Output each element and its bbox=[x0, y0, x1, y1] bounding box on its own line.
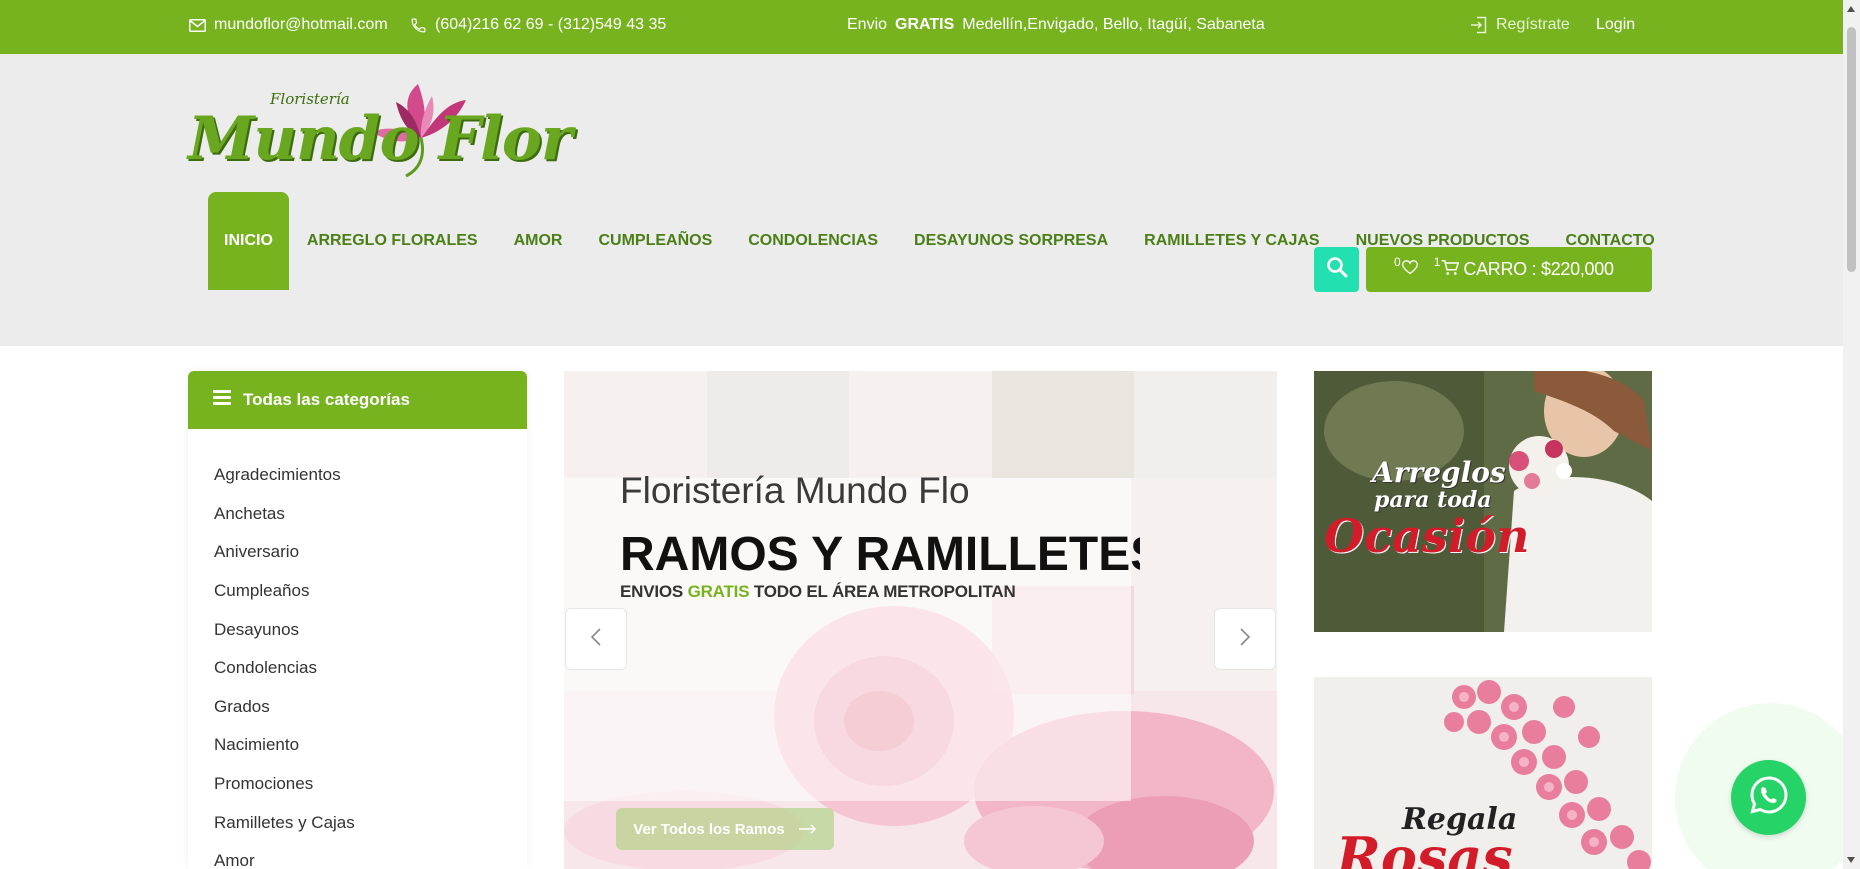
site-logo[interactable]: Floristería Mundo Flor bbox=[188, 84, 578, 189]
contact-phone[interactable]: (604)216 62 69 - (312)549 43 35 bbox=[410, 16, 666, 34]
banner-regala-rosas[interactable]: Regala Rosas bbox=[1314, 677, 1652, 869]
page-scrollbar[interactable] bbox=[1843, 0, 1860, 869]
shopping-cart-icon bbox=[1441, 259, 1460, 281]
envio-bold: GRATIS bbox=[895, 16, 955, 33]
nav-item-desayunos-sorpresa[interactable]: DESAYUNOS SORPRESA bbox=[896, 192, 1126, 290]
top-bar: mundoflor@hotmail.com (604)216 62 69 - (… bbox=[0, 0, 1860, 54]
cart-link[interactable]: 1 CARRO : $220,000 bbox=[1434, 255, 1614, 281]
banner1-line3: Ocasión bbox=[1324, 509, 1530, 563]
login-text: Login bbox=[1596, 16, 1636, 33]
envio-suffix: Medellín,Envigado, Bello, Itagüí, Sabane… bbox=[962, 16, 1265, 33]
phone-icon bbox=[410, 17, 427, 34]
chevron-right-icon bbox=[1239, 627, 1251, 652]
search-button[interactable] bbox=[1314, 247, 1359, 292]
category-amor[interactable]: Amor bbox=[188, 842, 527, 869]
hero-slider: Floristería Mundo Flo RAMOS Y RAMILLETES… bbox=[564, 371, 1277, 869]
cart-total: CARRO : $220,000 bbox=[1463, 259, 1614, 279]
category-agradecimientos[interactable]: Agradecimientos bbox=[188, 456, 527, 495]
category-anchetas[interactable]: Anchetas bbox=[188, 495, 527, 534]
email-text: mundoflor@hotmail.com bbox=[214, 16, 388, 33]
banner2-line2: Rosas bbox=[1336, 825, 1513, 869]
category-sidebar: Todas las categorías Agradecimientos Anc… bbox=[188, 371, 527, 869]
slider-next-button[interactable] bbox=[1214, 608, 1276, 670]
category-aniversario[interactable]: Aniversario bbox=[188, 533, 527, 572]
nav-item-amor[interactable]: AMOR bbox=[496, 192, 581, 290]
banner-arreglos-ocasion[interactable]: Arreglos para toda Ocasión bbox=[1314, 371, 1652, 632]
scrollbar-thumb[interactable] bbox=[1847, 27, 1856, 272]
subline-prefix: ENVIOS bbox=[620, 582, 684, 601]
arrow-right-icon bbox=[798, 821, 817, 838]
phone-text: (604)216 62 69 - (312)549 43 35 bbox=[435, 16, 667, 33]
category-desayunos[interactable]: Desayunos bbox=[188, 610, 527, 649]
wishlist-link[interactable]: 0 bbox=[1394, 255, 1418, 280]
slider-line1: Floristería Mundo Flo bbox=[620, 470, 970, 511]
site-header: Floristería Mundo Flor INICIO ARREGLO FL… bbox=[0, 54, 1843, 346]
category-nacimiento[interactable]: Nacimiento bbox=[188, 726, 527, 765]
envio-prefix: Envio bbox=[847, 16, 888, 33]
cart-count: 1 bbox=[1433, 254, 1441, 269]
category-condolencias[interactable]: Condolencias bbox=[188, 649, 527, 688]
scroll-down-arrow-icon[interactable] bbox=[1847, 857, 1855, 863]
category-promociones[interactable]: Promociones bbox=[188, 765, 527, 804]
free-shipping-notice: Envio GRATIS Medellín,Envigado, Bello, Ita… bbox=[847, 16, 1265, 34]
cart-button[interactable]: 0 1 CARRO : $220,000 bbox=[1366, 247, 1652, 292]
category-cumpleanos[interactable]: Cumpleaños bbox=[188, 572, 527, 611]
logo-brand: Mundo Flor bbox=[188, 104, 573, 174]
slider-prev-button[interactable] bbox=[565, 608, 627, 670]
category-list: Agradecimientos Anchetas Aniversario Cum… bbox=[188, 429, 527, 869]
login-icon bbox=[1470, 16, 1488, 34]
nav-item-arreglo-florales[interactable]: ARREGLO FLORALES bbox=[289, 192, 496, 290]
subline-green: GRATIS bbox=[687, 582, 750, 601]
register-text: Regístrate bbox=[1496, 16, 1570, 33]
banner1-line1: Arreglos bbox=[1372, 456, 1506, 489]
category-ramilletes-y-cajas[interactable]: Ramilletes y Cajas bbox=[188, 803, 527, 842]
category-grados[interactable]: Grados bbox=[188, 688, 527, 727]
register-link[interactable]: Regístrate bbox=[1470, 16, 1570, 34]
button-label: Ver Todos los Ramos bbox=[633, 820, 785, 838]
whatsapp-icon bbox=[1747, 773, 1791, 822]
wishlist-count: 0 bbox=[1394, 254, 1401, 269]
login-link[interactable]: Login bbox=[1596, 16, 1635, 34]
categories-title: Todas las categorías bbox=[243, 390, 410, 409]
menu-icon bbox=[213, 390, 231, 410]
scroll-up-arrow-icon[interactable] bbox=[1847, 6, 1855, 12]
slider-subline: ENVIOS GRATIS TODO EL ÁREA METROPOLITAN bbox=[620, 582, 1016, 602]
nav-item-cumpleanos[interactable]: CUMPLEAÑOS bbox=[580, 192, 730, 290]
search-icon bbox=[1326, 256, 1348, 283]
nav-item-condolencias[interactable]: CONDOLENCIAS bbox=[730, 192, 896, 290]
whatsapp-button[interactable] bbox=[1731, 760, 1806, 835]
heart-icon bbox=[1401, 259, 1418, 280]
slider-headline: RAMOS Y RAMILLETES bbox=[620, 528, 1140, 581]
mail-icon bbox=[189, 18, 206, 32]
view-all-bouquets-button[interactable]: Ver Todos los Ramos bbox=[616, 808, 834, 850]
contact-email[interactable]: mundoflor@hotmail.com bbox=[189, 16, 388, 34]
chevron-left-icon bbox=[590, 627, 602, 652]
categories-header[interactable]: Todas las categorías bbox=[188, 371, 527, 429]
nav-item-ramilletes-y-cajas[interactable]: RAMILLETES Y CAJAS bbox=[1126, 192, 1337, 290]
subline-suffix: TODO EL ÁREA METROPOLITAN bbox=[753, 582, 1016, 601]
nav-item-inicio[interactable]: INICIO bbox=[208, 192, 289, 290]
